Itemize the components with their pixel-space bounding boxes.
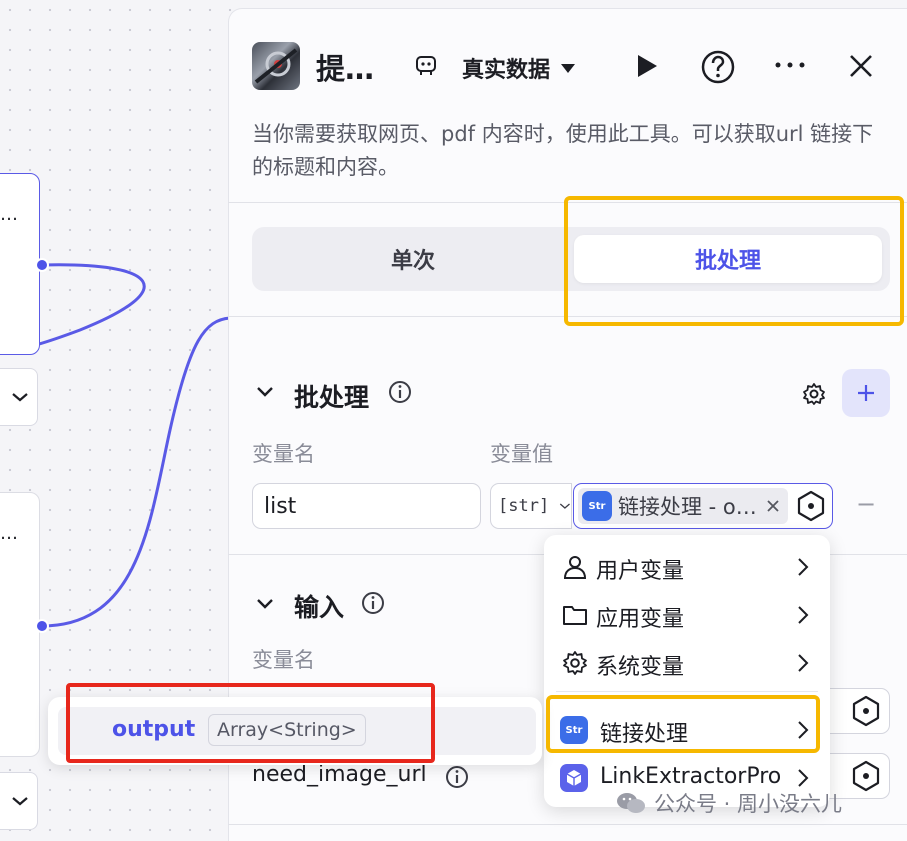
info-icon[interactable] bbox=[445, 765, 469, 789]
menu-item-user-variables[interactable]: 用户变量 bbox=[544, 543, 830, 591]
menu-item-label: 用户变量 bbox=[596, 559, 685, 584]
node-output-port[interactable] bbox=[35, 258, 49, 272]
type-tag: [str] bbox=[498, 496, 550, 516]
more-icon[interactable] bbox=[772, 56, 808, 74]
node-more-dots: … bbox=[0, 523, 19, 544]
variable-picker-icon[interactable] bbox=[794, 489, 828, 523]
canvas-node-top[interactable]: … bbox=[0, 173, 40, 355]
canvas-node-dropdown[interactable] bbox=[0, 772, 38, 830]
column-label-value: 变量值 bbox=[490, 442, 553, 466]
play-icon[interactable] bbox=[634, 53, 660, 79]
node-output-port[interactable] bbox=[35, 619, 49, 633]
collapse-chevron-icon[interactable] bbox=[256, 597, 274, 611]
gear-icon bbox=[563, 651, 587, 675]
variable-reference-field[interactable]: Str 链接处理 - o… bbox=[573, 483, 833, 529]
chevron-down-icon bbox=[12, 797, 28, 806]
menu-divider bbox=[556, 691, 818, 692]
user-icon bbox=[563, 556, 587, 579]
type-select[interactable]: [str] bbox=[490, 483, 572, 529]
add-variable-button[interactable] bbox=[842, 369, 890, 417]
cube-icon bbox=[560, 764, 588, 792]
data-source-label: 真实数据 bbox=[462, 58, 551, 83]
node-more-dots: … bbox=[0, 204, 19, 225]
info-icon[interactable] bbox=[388, 380, 412, 404]
caret-down-icon bbox=[561, 64, 576, 73]
panel-description: 当你需要获取网页、pdf 内容时，使用此工具。可以获取url 链接下的标题和内容… bbox=[252, 122, 874, 179]
canvas-node-bottom[interactable]: … bbox=[0, 492, 40, 757]
highlight-link-processing bbox=[546, 695, 820, 753]
chevron-right-icon bbox=[798, 606, 809, 624]
chevron-right-icon bbox=[798, 558, 809, 576]
help-icon[interactable] bbox=[700, 49, 736, 85]
tab-single[interactable]: 单次 bbox=[258, 235, 568, 283]
folder-icon bbox=[563, 606, 587, 625]
wechat-icon bbox=[617, 793, 645, 813]
panel-title: 提… bbox=[316, 52, 375, 86]
close-icon[interactable] bbox=[848, 53, 874, 79]
column-label-name: 变量名 bbox=[252, 442, 315, 466]
chevron-down-icon bbox=[560, 503, 571, 509]
info-icon[interactable] bbox=[361, 591, 385, 615]
data-source-select[interactable]: 真实数据 bbox=[462, 52, 576, 84]
menu-item-app-variables[interactable]: 应用变量 bbox=[544, 591, 830, 639]
str-plugin-icon: Str bbox=[582, 491, 612, 521]
batch-section-title: 批处理 bbox=[294, 383, 370, 412]
plugin-avatar bbox=[252, 42, 300, 90]
column-label-name: 变量名 bbox=[252, 648, 315, 672]
divider bbox=[228, 824, 907, 825]
variable-picker-icon[interactable] bbox=[849, 759, 883, 793]
variable-picker-icon[interactable] bbox=[849, 694, 883, 728]
chevron-right-icon bbox=[798, 769, 809, 787]
input-section-title: 输入 bbox=[294, 593, 345, 622]
mock-data-icon bbox=[416, 56, 436, 75]
watermark-text: 公众号 · 周小没六儿 bbox=[654, 792, 843, 816]
menu-item-label: LinkExtractorPro bbox=[600, 764, 782, 789]
variable-name-input[interactable]: list bbox=[252, 483, 481, 529]
param-label-need-image-url: need_image_url bbox=[252, 762, 427, 787]
clear-icon[interactable] bbox=[766, 499, 780, 513]
chevron-right-icon bbox=[798, 654, 809, 672]
settings-icon[interactable] bbox=[802, 382, 826, 406]
collapse-chevron-icon[interactable] bbox=[256, 385, 274, 399]
highlight-batch-tab bbox=[564, 196, 904, 326]
reference-chip: Str 链接处理 - o… bbox=[578, 488, 788, 524]
chevron-down-icon bbox=[12, 393, 28, 402]
highlight-output bbox=[66, 683, 435, 763]
variable-picker-menu: 用户变量 应用变量 系统变量 Str 链接处理 LinkExtractorPro bbox=[544, 535, 830, 807]
remove-variable-button[interactable]: − bbox=[856, 490, 876, 518]
watermark: 公众号 · 周小没六儿 bbox=[616, 788, 842, 818]
menu-item-system-variables[interactable]: 系统变量 bbox=[544, 639, 830, 687]
reference-chip-label: 链接处理 - o… bbox=[618, 495, 757, 519]
canvas-node-dropdown[interactable] bbox=[0, 368, 38, 426]
plus-icon bbox=[858, 385, 874, 401]
menu-item-label: 系统变量 bbox=[596, 655, 685, 680]
menu-item-label: 应用变量 bbox=[596, 607, 685, 632]
